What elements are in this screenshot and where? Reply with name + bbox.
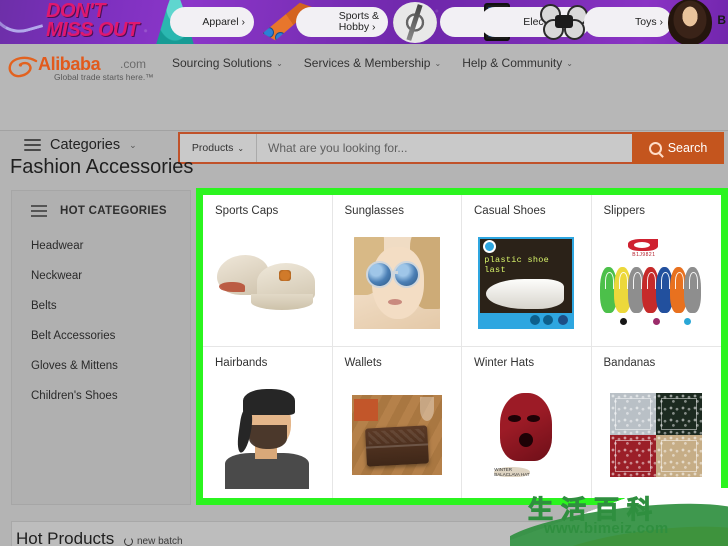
sidebar-item-gloves-mittens[interactable]: Gloves & Mittens bbox=[12, 351, 190, 381]
slippers-image: B1J9821 bbox=[600, 237, 712, 329]
chevron-down-icon: ⌄ bbox=[276, 58, 283, 68]
refresh-icon bbox=[124, 537, 133, 546]
drone-icon bbox=[540, 4, 588, 40]
bandanas-image bbox=[610, 393, 703, 478]
grid-cell-sunglasses[interactable]: Sunglasses bbox=[332, 195, 462, 347]
grid-cell-image bbox=[333, 227, 462, 340]
categories-menu-label: Categories bbox=[50, 137, 121, 153]
wallet-image bbox=[351, 395, 442, 476]
category-grid: Sports Caps Sunglasses Casual Shoes plas… bbox=[203, 195, 721, 498]
search-button-label: Search bbox=[667, 141, 708, 155]
grid-cell-winter-hats[interactable]: Winter Hats WINTER BALACLAVA HAT bbox=[462, 346, 592, 498]
grid-cell-title: Sunglasses bbox=[344, 205, 404, 217]
nav-item-help-community-label: Help & Community bbox=[462, 56, 563, 70]
new-batch-label: new batch bbox=[137, 536, 183, 546]
watermark-url: www.bimeiz.com bbox=[544, 520, 669, 537]
tire-icon bbox=[393, 2, 437, 43]
hot-products-title: Hot Products bbox=[16, 529, 115, 546]
promo-category-toys-label: Toys › bbox=[634, 15, 663, 28]
nav-item-services-membership-label: Services & Membership bbox=[303, 56, 431, 70]
alibaba-logo-mark-icon bbox=[8, 56, 38, 78]
sunglasses-model-image bbox=[353, 237, 440, 330]
new-batch-button[interactable]: new batch bbox=[124, 536, 183, 546]
shoe-image-caption: plastic shoe last bbox=[484, 255, 550, 276]
chevron-down-icon: ⌄ bbox=[434, 58, 442, 68]
grid-cell-title: Sports Caps bbox=[215, 205, 279, 217]
site-watermark: 生活百科 www.bimeiz.com bbox=[510, 488, 728, 546]
nav-item-sourcing-solutions[interactable]: Sourcing Solutions ⌄ bbox=[172, 56, 283, 70]
grid-cell-sports-caps[interactable]: Sports Caps bbox=[203, 195, 333, 347]
image-watermark-badge-icon bbox=[483, 240, 497, 254]
promo-headline-line2: MISS OUT bbox=[46, 19, 139, 41]
search-input[interactable]: What are you looking for... bbox=[257, 134, 632, 162]
grid-cell-title: Slippers bbox=[603, 205, 646, 217]
sidebar-item-belts[interactable]: Belts bbox=[12, 291, 190, 321]
promo-category-apparel[interactable]: Apparel › bbox=[170, 7, 254, 37]
site-header: Alibaba .com Global trade starts here.™ … bbox=[0, 44, 728, 164]
search-icon bbox=[648, 141, 662, 155]
grid-cell-hairbands[interactable]: Hairbands bbox=[203, 346, 333, 498]
grid-cell-image: plastic shoe last bbox=[462, 227, 591, 340]
sidebar-item-belt-accessories[interactable]: Belt Accessories bbox=[12, 321, 190, 351]
promo-edge-partial-label: B bbox=[717, 13, 726, 27]
chevron-down-icon: ⌄ bbox=[237, 143, 245, 153]
page-title: Fashion Accessories bbox=[10, 156, 194, 178]
promo-headline: DON'T MISS OUT bbox=[46, 1, 139, 41]
grid-cell-casual-shoes[interactable]: Casual Shoes plastic shoe last bbox=[462, 195, 592, 347]
grid-cell-title: Wallets bbox=[344, 356, 382, 369]
chevron-down-icon: ⌄ bbox=[129, 139, 137, 150]
list-icon bbox=[31, 205, 47, 217]
chevron-down-icon: ⌄ bbox=[566, 58, 573, 68]
promo-category-sports-hobby[interactable]: Sports & Hobby › bbox=[296, 7, 388, 37]
grid-cell-title: Winter Hats bbox=[474, 356, 535, 369]
search-bar: Products ⌄ What are you looking for... S… bbox=[178, 132, 724, 164]
grid-cell-wallets[interactable]: Wallets bbox=[333, 346, 462, 498]
grid-cell-image bbox=[333, 379, 462, 493]
nav-item-services-membership[interactable]: Services & Membership ⌄ bbox=[304, 56, 441, 70]
primary-nav: Sourcing Solutions ⌄ Services & Membersh… bbox=[172, 56, 573, 70]
categories-menu-button[interactable]: Categories ⌄ bbox=[24, 137, 137, 153]
promo-category-apparel-label: Apparel › bbox=[202, 15, 245, 28]
grid-cell-image bbox=[203, 227, 332, 340]
alibaba-logo-dotcom: .com bbox=[120, 57, 147, 71]
grid-cell-image bbox=[592, 379, 722, 493]
hair-model-icon bbox=[668, 0, 712, 44]
grid-cell-slippers[interactable]: Slippers B1J9821 bbox=[591, 195, 722, 347]
nav-item-help-community[interactable]: Help & Community ⌄ bbox=[462, 56, 573, 70]
grid-cell-image: B1J9821 bbox=[592, 227, 722, 340]
search-scope-label: Products bbox=[191, 142, 234, 154]
highlight-annotation-box: Sports Caps Sunglasses Casual Shoes plas… bbox=[196, 188, 728, 505]
grid-cell-image: WINTER BALACLAVA HAT bbox=[462, 379, 591, 493]
hot-categories-sidebar: HOT CATEGORIES Headwear Neckwear Belts B… bbox=[11, 190, 191, 505]
promo-category-toys[interactable]: Toys › bbox=[584, 7, 672, 37]
slipper-brand-logo-icon: B1J9821 bbox=[628, 239, 674, 258]
sports-cap-image bbox=[213, 247, 321, 319]
sidebar-item-childrens-shoes[interactable]: Children's Shoes bbox=[12, 381, 190, 411]
hamburger-list-icon bbox=[24, 139, 41, 151]
sidebar-header: HOT CATEGORIES bbox=[12, 191, 190, 217]
grid-cell-title: Bandanas bbox=[603, 356, 656, 369]
grid-cell-image bbox=[203, 379, 332, 493]
winter-hat-image: WINTER BALACLAVA HAT bbox=[488, 389, 564, 481]
nav-item-sourcing-solutions-label: Sourcing Solutions bbox=[172, 56, 273, 70]
search-button[interactable]: Search bbox=[632, 132, 724, 164]
grid-cell-title: Casual Shoes bbox=[474, 205, 546, 217]
sidebar-list: Headwear Neckwear Belts Belt Accessories… bbox=[12, 231, 190, 411]
sidebar-heading-label: HOT CATEGORIES bbox=[60, 205, 167, 217]
alibaba-logo[interactable]: Alibaba .com Global trade starts here.™ bbox=[8, 53, 158, 83]
sidebar-item-headwear[interactable]: Headwear bbox=[12, 231, 190, 261]
shoe-last-image: plastic shoe last bbox=[478, 237, 575, 330]
hairband-model-image bbox=[225, 381, 310, 490]
grid-cell-title: Hairbands bbox=[215, 356, 268, 369]
grid-cell-bandanas[interactable]: Bandanas bbox=[592, 347, 722, 499]
sidebar-item-neckwear[interactable]: Neckwear bbox=[12, 261, 190, 291]
page-root: DON'T MISS OUT Apparel › Sports & Hobby … bbox=[0, 0, 728, 546]
promo-banner: DON'T MISS OUT Apparel › Sports & Hobby … bbox=[0, 0, 728, 44]
alibaba-logo-tagline: Global trade starts here.™ bbox=[54, 72, 154, 82]
promo-category-sports-label-line2: Hobby › bbox=[338, 21, 376, 33]
